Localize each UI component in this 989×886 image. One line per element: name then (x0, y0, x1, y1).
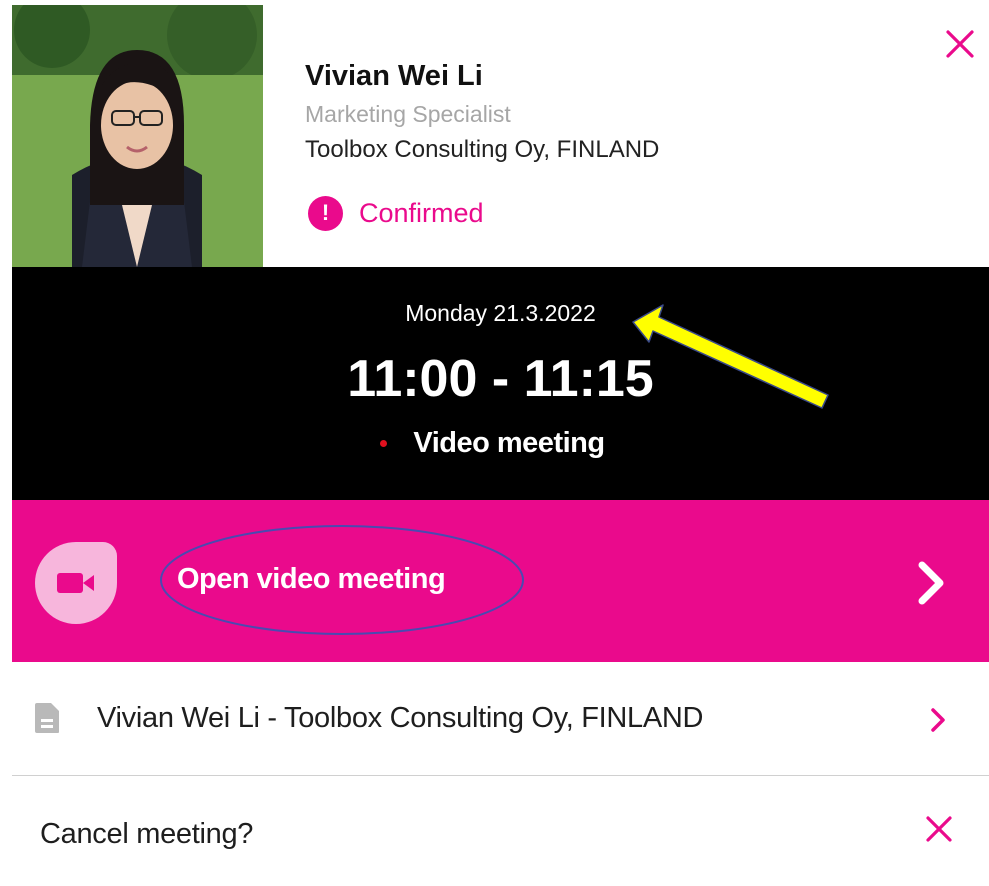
cancel-meeting-label: Cancel meeting? (40, 818, 254, 850)
contact-company: Toolbox Consulting Oy, FINLAND (305, 136, 660, 163)
annotation-ellipse (160, 525, 524, 635)
close-icon (946, 30, 974, 58)
profile-photo (12, 5, 263, 267)
contact-title: Marketing Specialist (305, 101, 511, 127)
meeting-date: Monday 21.3.2022 (405, 300, 596, 326)
close-button[interactable] (936, 20, 984, 68)
contact-name: Vivian Wei Li (305, 60, 483, 92)
meeting-type-label: Video meeting (413, 427, 605, 459)
meeting-type-dot (380, 440, 388, 447)
contact-profile-link[interactable]: Vivian Wei Li - Toolbox Consulting Oy, F… (12, 665, 989, 776)
chevron-right-icon (931, 708, 945, 732)
meeting-time-panel: Monday 21.3.2022 11:00 - 11:15 Video mee… (12, 267, 989, 500)
close-icon (926, 816, 952, 842)
contact-profile-label: Vivian Wei Li - Toolbox Consulting Oy, F… (97, 702, 704, 734)
meeting-time: 11:00 - 11:15 (347, 350, 654, 408)
annotation-arrow (632, 304, 829, 409)
exclamation-icon: ! (308, 195, 343, 231)
chevron-right-icon (918, 561, 944, 605)
cancel-meeting-button[interactable]: Cancel meeting? (12, 776, 989, 886)
video-camera-icon (35, 542, 117, 624)
meeting-type: Video meeting (12, 427, 989, 460)
document-icon (35, 703, 59, 733)
status-badge: ! Confirmed (308, 193, 484, 233)
status-label: Confirmed (359, 197, 484, 228)
open-video-meeting-button[interactable]: Open video meeting (12, 500, 989, 662)
meeting-card: Vivian Wei Li Marketing Specialist Toolb… (0, 0, 989, 882)
